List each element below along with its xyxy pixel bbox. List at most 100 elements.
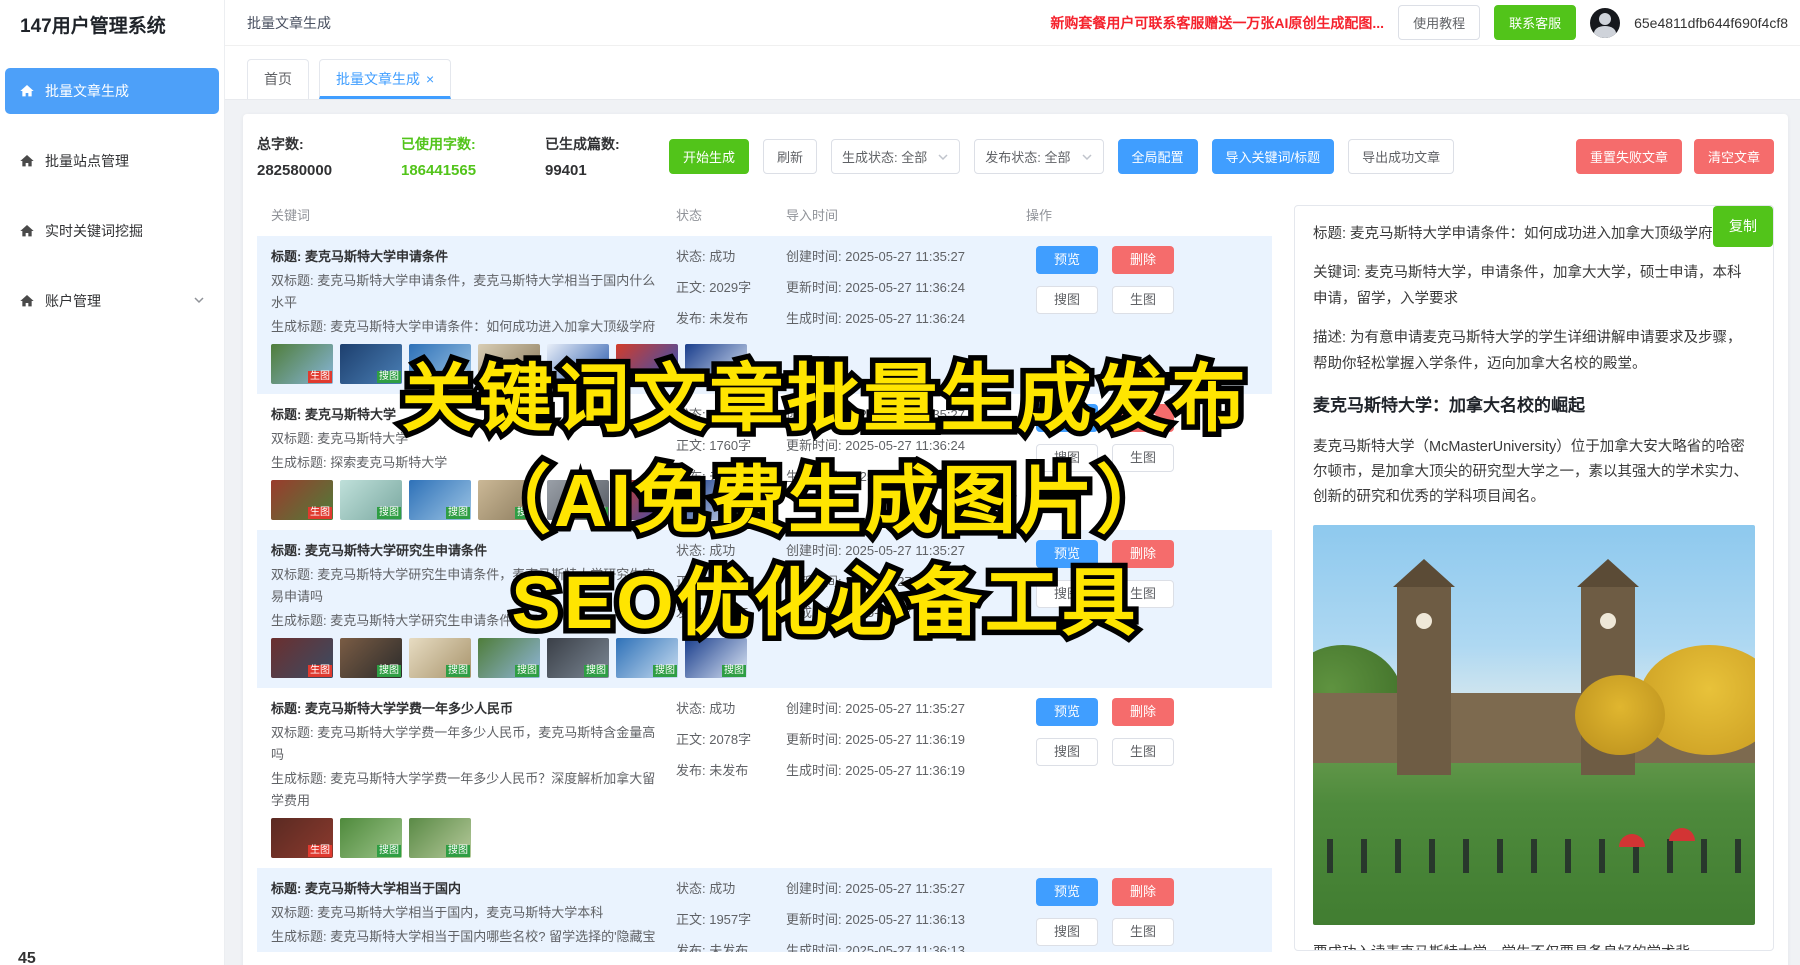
thumbnail-image[interactable]: 搜图 bbox=[340, 638, 402, 678]
preview-button[interactable]: 预览 bbox=[1036, 698, 1098, 726]
thumbnail-image[interactable]: 搜图 bbox=[685, 638, 747, 678]
thumbnail-image[interactable]: 生图 bbox=[271, 344, 333, 384]
row-generated-title: 生成标题: 探索麦克马斯特大学 bbox=[271, 452, 658, 474]
row-dual-title: 双标题: 麦克马斯特大学研究生申请条件，麦克马斯特大学研究生容易申请吗 bbox=[271, 564, 658, 608]
promo-notice[interactable]: 新购套餐用户可联系客服赠送一万张AI原创生成配图... bbox=[1050, 13, 1384, 33]
sidebar-item-batch-site[interactable]: 批量站点管理 bbox=[5, 138, 219, 184]
thumbnail-image[interactable]: 搜图 bbox=[409, 818, 471, 858]
preview-description-line: 描述: 为有意申请麦克马斯特大学的学生详细讲解申请要求及步骤，帮助你轻松掌握入学… bbox=[1313, 326, 1755, 377]
thumbnail-image[interactable]: 生图 bbox=[271, 480, 333, 520]
thumbnail-badge: 搜图 bbox=[377, 371, 401, 383]
content-area: 总字数: 282580000 已使用字数: 186441565 已生成篇数: 9… bbox=[225, 100, 1800, 965]
copy-button[interactable]: 复制 bbox=[1713, 206, 1773, 247]
global-config-button[interactable]: 全局配置 bbox=[1118, 139, 1198, 174]
close-icon[interactable]: × bbox=[426, 71, 434, 87]
generate-image-button[interactable]: 生图 bbox=[1112, 444, 1174, 472]
thumbnail-badge: 搜图 bbox=[584, 371, 608, 383]
import-keywords-button[interactable]: 导入关键词/标题 bbox=[1212, 139, 1335, 174]
tab-home[interactable]: 首页 bbox=[247, 59, 309, 99]
thumbnail-image[interactable]: 搜图 bbox=[478, 638, 540, 678]
generate-status-select[interactable]: 生成状态: 全部 bbox=[831, 139, 960, 174]
delete-button[interactable]: 删除 bbox=[1112, 404, 1174, 432]
avatar[interactable] bbox=[1590, 8, 1620, 38]
thumbnail-strip: 生图搜图搜图 bbox=[271, 818, 658, 858]
tutorial-button[interactable]: 使用教程 bbox=[1398, 5, 1480, 40]
clipped-footer-text: 45 bbox=[18, 950, 36, 965]
select-value: 生成状态: 全部 bbox=[842, 147, 927, 166]
thumbnail-image[interactable]: 搜图 bbox=[616, 344, 678, 384]
preview-button[interactable]: 预览 bbox=[1036, 878, 1098, 906]
select-value: 发布状态: 全部 bbox=[985, 147, 1070, 166]
search-image-button[interactable]: 搜图 bbox=[1036, 286, 1098, 314]
preview-paragraph: 麦克马斯特大学（McMasterUniversity）位于加拿大安大略省的哈密尔… bbox=[1313, 435, 1755, 511]
thumbnail-image[interactable]: 搜图 bbox=[547, 344, 609, 384]
delete-button[interactable]: 删除 bbox=[1112, 698, 1174, 726]
sidebar-item-account[interactable]: 账户管理 bbox=[5, 278, 219, 324]
search-image-button[interactable]: 搜图 bbox=[1036, 444, 1098, 472]
thumbnail-image[interactable]: 搜图 bbox=[409, 638, 471, 678]
preview-heading: 麦克马斯特大学：加拿大名校的崛起 bbox=[1313, 391, 1755, 421]
row-generated-title: 生成标题: 麦克马斯特大学学费一年多少人民币？深度解析加拿大留学费用 bbox=[271, 768, 658, 812]
contact-support-button[interactable]: 联系客服 bbox=[1494, 5, 1576, 40]
publish-status-select[interactable]: 发布状态: 全部 bbox=[974, 139, 1103, 174]
generate-image-button[interactable]: 生图 bbox=[1112, 286, 1174, 314]
thumbnail-badge: 生图 bbox=[308, 665, 332, 677]
preview-button[interactable]: 预览 bbox=[1036, 540, 1098, 568]
thumbnail-badge: 生图 bbox=[308, 371, 332, 383]
clear-articles-button[interactable]: 清空文章 bbox=[1694, 139, 1774, 174]
thumbnail-image[interactable]: 生图 bbox=[271, 638, 333, 678]
thumbnail-image[interactable]: 搜图 bbox=[340, 344, 402, 384]
thumbnail-image[interactable]: 搜图 bbox=[340, 480, 402, 520]
thumbnail-badge: 搜图 bbox=[584, 665, 608, 677]
generate-image-button[interactable]: 生图 bbox=[1112, 580, 1174, 608]
search-image-button[interactable]: 搜图 bbox=[1036, 738, 1098, 766]
thumbnail-strip: 生图搜图搜图搜图搜图搜图搜图 bbox=[271, 344, 658, 384]
thumbnail-image[interactable]: 生图 bbox=[271, 818, 333, 858]
delete-button[interactable]: 删除 bbox=[1112, 246, 1174, 274]
delete-button[interactable]: 删除 bbox=[1112, 540, 1174, 568]
thumbnail-image[interactable]: 搜图 bbox=[685, 344, 747, 384]
col-header-keyword: 关键词 bbox=[271, 205, 676, 224]
export-success-button[interactable]: 导出成功文章 bbox=[1348, 139, 1454, 174]
generate-image-button[interactable]: 生图 bbox=[1112, 918, 1174, 946]
sidebar-menu: 批量文章生成 批量站点管理 实时关键词挖掘 账户管理 bbox=[0, 48, 224, 324]
thumbnail-image[interactable]: 搜图 bbox=[547, 480, 609, 520]
stat-value: 282580000 bbox=[257, 162, 387, 179]
app-window: 147用户管理系统 批量文章生成 批量站点管理 实时关键词挖掘 账户管理 45 bbox=[0, 0, 1800, 965]
clock-tower-graphic bbox=[1397, 585, 1451, 775]
thumbnail-badge: 搜图 bbox=[653, 371, 677, 383]
thumbnail-image[interactable]: 搜图 bbox=[478, 344, 540, 384]
tab-label: 批量文章生成 bbox=[336, 69, 420, 89]
thumbnail-image[interactable]: 搜图 bbox=[547, 638, 609, 678]
thumbnail-image[interactable]: 搜图 bbox=[616, 480, 678, 520]
row-title: 标题: 麦克马斯特大学相当于国内 bbox=[271, 878, 658, 900]
stat-label: 已生成篇数: bbox=[545, 134, 655, 154]
thumbnail-badge: 生图 bbox=[308, 507, 332, 519]
delete-button[interactable]: 删除 bbox=[1112, 878, 1174, 906]
row-dual-title: 双标题: 麦克马斯特大学学费一年多少人民币，麦克马斯特含金量高吗 bbox=[271, 722, 658, 766]
preview-button[interactable]: 预览 bbox=[1036, 404, 1098, 432]
start-generate-button[interactable]: 开始生成 bbox=[669, 139, 749, 174]
preview-button[interactable]: 预览 bbox=[1036, 246, 1098, 274]
thumbnail-image[interactable]: 搜图 bbox=[340, 818, 402, 858]
umbrella-graphic bbox=[1619, 834, 1645, 847]
search-image-button[interactable]: 搜图 bbox=[1036, 580, 1098, 608]
refresh-button[interactable]: 刷新 bbox=[763, 139, 817, 174]
thumbnail-image[interactable]: 搜图 bbox=[616, 638, 678, 678]
thumbnail-badge: 搜图 bbox=[515, 665, 539, 677]
stat-value: 99401 bbox=[545, 162, 655, 179]
reset-failed-button[interactable]: 重置失败文章 bbox=[1576, 139, 1682, 174]
thumbnail-image[interactable]: 搜图 bbox=[409, 344, 471, 384]
thumbnail-image[interactable]: 搜图 bbox=[685, 480, 747, 520]
generate-image-button[interactable]: 生图 bbox=[1112, 738, 1174, 766]
tree-graphic bbox=[1575, 675, 1665, 755]
row-dual-title: 双标题: 麦克马斯特大学申请条件，麦克马斯特大学相当于国内什么水平 bbox=[271, 270, 658, 314]
tab-label: 首页 bbox=[264, 69, 292, 89]
tab-batch-article[interactable]: 批量文章生成 × bbox=[319, 59, 451, 99]
thumbnail-image[interactable]: 搜图 bbox=[409, 480, 471, 520]
search-image-button[interactable]: 搜图 bbox=[1036, 918, 1098, 946]
sidebar-item-batch-article[interactable]: 批量文章生成 bbox=[5, 68, 219, 114]
thumbnail-image[interactable]: 搜图 bbox=[478, 480, 540, 520]
top-bar: 批量文章生成 新购套餐用户可联系客服赠送一万张AI原创生成配图... 使用教程 … bbox=[225, 0, 1800, 46]
sidebar-item-keyword-mining[interactable]: 实时关键词挖掘 bbox=[5, 208, 219, 254]
